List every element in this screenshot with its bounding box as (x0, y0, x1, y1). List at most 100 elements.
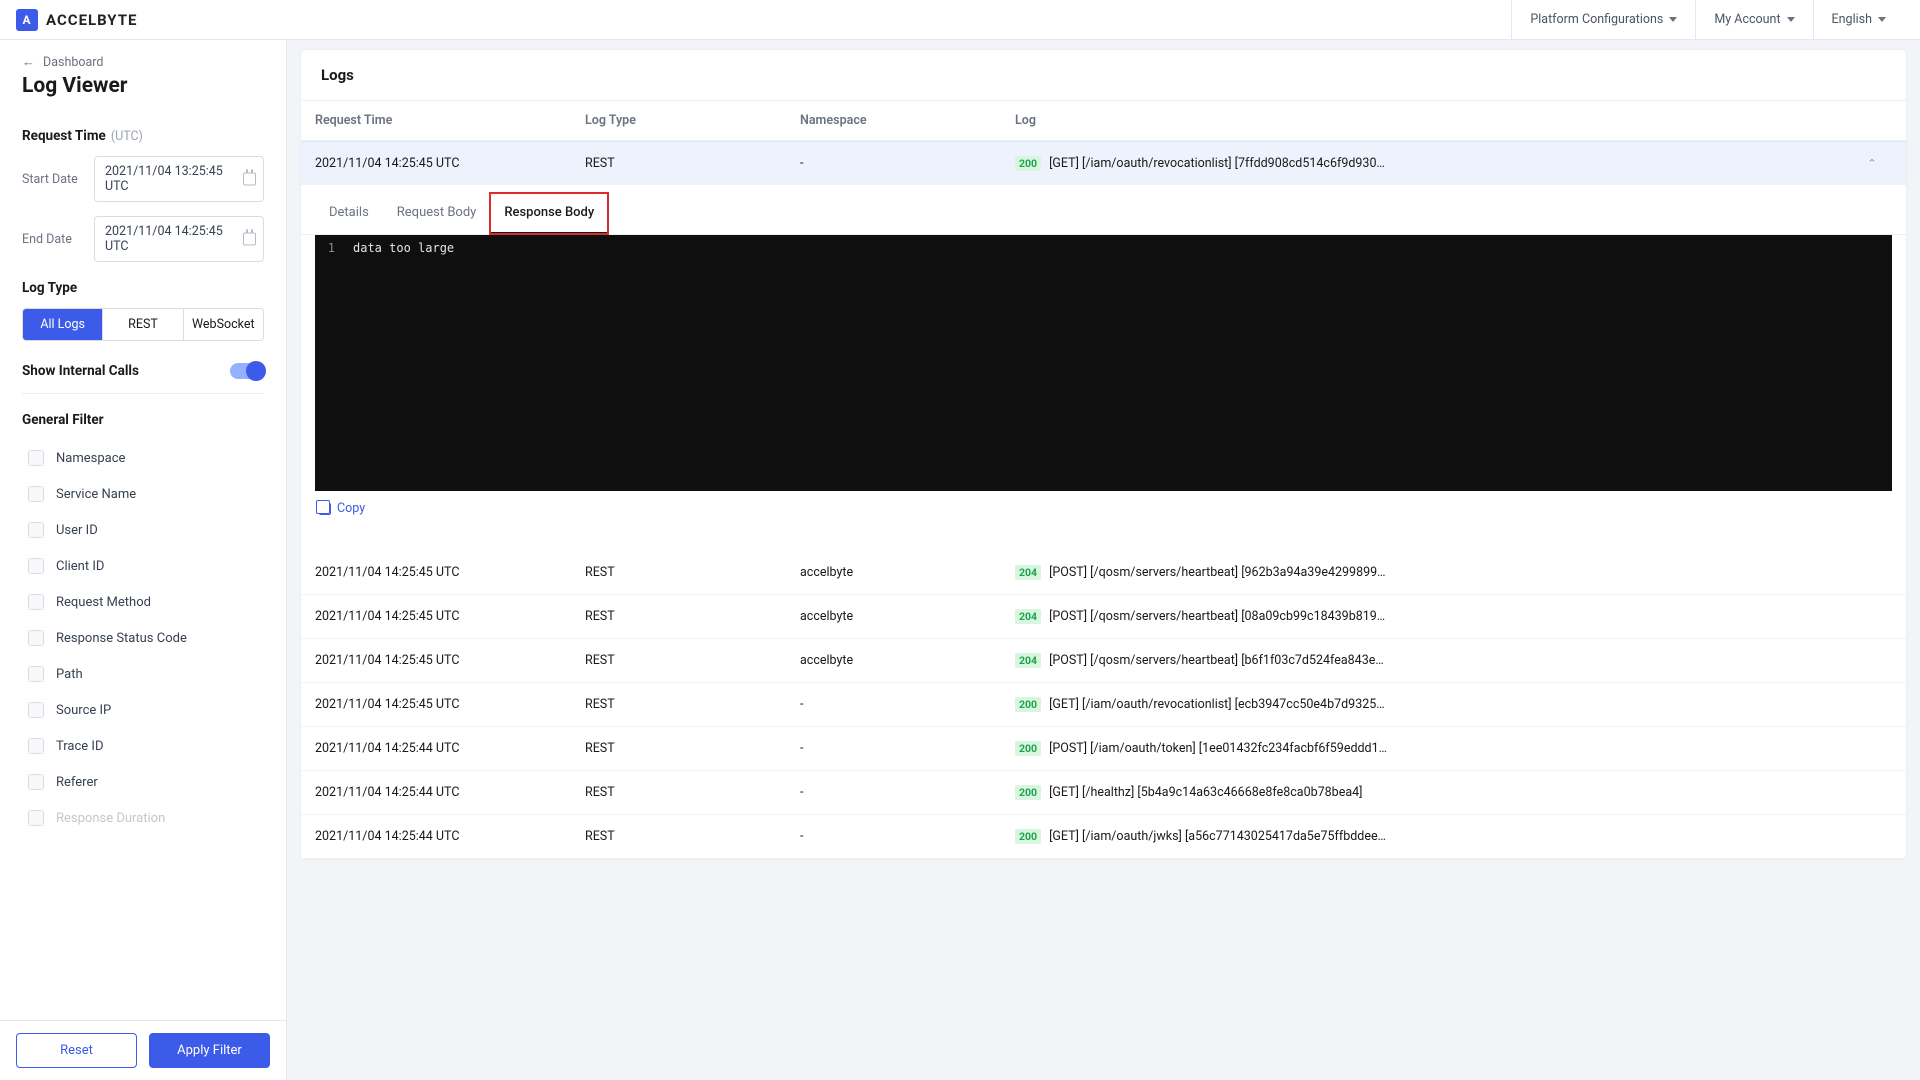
seg-all-logs[interactable]: All Logs (23, 309, 102, 340)
filter-service-name[interactable]: Service Name (22, 476, 264, 512)
logs-card: Logs Request Time Log Type Namespace Log… (301, 50, 1906, 859)
general-filter-heading: General Filter (22, 412, 264, 428)
filter-label: Path (56, 667, 83, 682)
col-log-type: Log Type (585, 113, 800, 128)
log-text: [GET] [/iam/oauth/jwks] [a56c77143025417… (1049, 829, 1386, 844)
checkbox-icon (28, 774, 44, 790)
filter-namespace[interactable]: Namespace (22, 440, 264, 476)
page-title: Log Viewer (22, 74, 264, 98)
reset-button[interactable]: Reset (16, 1033, 137, 1068)
brand-logo[interactable]: A ACCELBYTE (16, 9, 137, 31)
checkbox-icon (28, 810, 44, 826)
nav-platform-config[interactable]: Platform Configurations (1511, 0, 1695, 40)
log-row[interactable]: 2021/11/04 14:25:45 UTCRESTaccelbyte204[… (301, 551, 1906, 595)
divider (22, 393, 264, 394)
copy-button[interactable]: Copy (319, 501, 365, 516)
filter-trace-id[interactable]: Trace ID (22, 728, 264, 764)
log-row[interactable]: 2021/11/04 14:25:45 UTCRESTaccelbyte204[… (301, 639, 1906, 683)
log-row[interactable]: 2021/11/04 14:25:44 UTCREST-200[GET] [/i… (301, 815, 1906, 859)
nav-language[interactable]: English (1813, 0, 1904, 40)
start-date-input[interactable]: 2021/11/04 13:25:45 UTC (94, 156, 264, 202)
checkbox-icon (28, 486, 44, 502)
filter-label: Response Status Code (56, 631, 187, 646)
seg-rest[interactable]: REST (102, 309, 182, 340)
log-detail-panel: DetailsRequest BodyResponse Body1data to… (301, 185, 1906, 533)
cell-namespace: - (800, 741, 1015, 756)
code-viewer[interactable]: 1data too large (315, 235, 1892, 491)
checkbox-icon (28, 594, 44, 610)
cell-time: 2021/11/04 14:25:45 UTC (315, 653, 585, 668)
log-type-heading: Log Type (22, 280, 264, 296)
cell-namespace: accelbyte (800, 609, 1015, 624)
filter-label: Request Method (56, 595, 151, 610)
copy-icon (319, 503, 331, 515)
nav-my-account[interactable]: My Account (1695, 0, 1812, 40)
status-badge: 204 (1015, 653, 1041, 668)
cell-time: 2021/11/04 14:25:45 UTC (315, 156, 585, 171)
top-nav: Platform Configurations My Account Engli… (1511, 0, 1904, 40)
filter-response-status-code[interactable]: Response Status Code (22, 620, 264, 656)
cell-log: 200[POST] [/iam/oauth/token] [1ee01432fc… (1015, 741, 1852, 756)
cell-time: 2021/11/04 14:25:44 UTC (315, 829, 585, 844)
filter-source-ip[interactable]: Source IP (22, 692, 264, 728)
log-text: [GET] [/healthz] [5b4a9c14a63c46668e8fe8… (1049, 785, 1362, 800)
log-text: [GET] [/iam/oauth/revocationlist] [7ffdd… (1049, 156, 1385, 171)
brand-text: ACCELBYTE (46, 11, 137, 29)
cell-type: REST (585, 697, 800, 712)
cell-log: 204[POST] [/qosm/servers/heartbeat] [08a… (1015, 609, 1852, 624)
brand-icon: A (16, 9, 38, 31)
filter-label: Namespace (56, 451, 125, 466)
end-date-input[interactable]: 2021/11/04 14:25:45 UTC (94, 216, 264, 262)
apply-filter-button[interactable]: Apply Filter (149, 1033, 270, 1068)
calendar-icon (243, 233, 256, 246)
log-row[interactable]: 2021/11/04 14:25:44 UTCREST-200[GET] [/h… (301, 771, 1906, 815)
main-content: Logs Request Time Log Type Namespace Log… (287, 40, 1920, 1080)
tab-request-body[interactable]: Request Body (383, 193, 491, 234)
show-internal-toggle[interactable] (230, 363, 264, 379)
logs-card-title: Logs (301, 50, 1906, 101)
seg-websocket[interactable]: WebSocket (183, 309, 263, 340)
filter-request-method[interactable]: Request Method (22, 584, 264, 620)
code-body: data too large (343, 235, 454, 491)
cell-namespace: - (800, 829, 1015, 844)
cell-namespace: - (800, 697, 1015, 712)
filter-label: Referer (56, 775, 98, 790)
status-badge: 200 (1015, 697, 1041, 712)
status-badge: 200 (1015, 785, 1041, 800)
log-row[interactable]: 2021/11/04 14:25:45 UTCREST-200[GET] [/i… (301, 683, 1906, 727)
filter-label: Client ID (56, 559, 104, 574)
checkbox-icon (28, 702, 44, 718)
cell-type: REST (585, 741, 800, 756)
filter-user-id[interactable]: User ID (22, 512, 264, 548)
checkbox-icon (28, 450, 44, 466)
end-date-label: End Date (22, 232, 84, 247)
tab-details[interactable]: Details (315, 193, 383, 234)
checkbox-icon (28, 738, 44, 754)
status-badge: 204 (1015, 609, 1041, 624)
log-row[interactable]: 2021/11/04 14:25:45 UTCRESTaccelbyte204[… (301, 595, 1906, 639)
cell-namespace: accelbyte (800, 653, 1015, 668)
cell-type: REST (585, 156, 800, 171)
log-text: [POST] [/qosm/servers/heartbeat] [962b3a… (1049, 565, 1385, 580)
cell-type: REST (585, 609, 800, 624)
log-row[interactable]: 2021/11/04 14:25:45 UTCREST-200[GET] [/i… (301, 141, 1906, 185)
filter-path[interactable]: Path (22, 656, 264, 692)
cell-time: 2021/11/04 14:25:45 UTC (315, 565, 585, 580)
arrow-left-icon: ← (22, 54, 35, 70)
filter-response-duration[interactable]: Response Duration (22, 800, 264, 836)
tab-response-body[interactable]: Response Body (490, 193, 608, 234)
log-row[interactable]: 2021/11/04 14:25:44 UTCREST-200[POST] [/… (301, 727, 1906, 771)
detail-tabs: DetailsRequest BodyResponse Body (301, 185, 1906, 235)
col-namespace: Namespace (800, 113, 1015, 128)
filter-referer[interactable]: Referer (22, 764, 264, 800)
chevron-up-icon[interactable]: ⌃ (1867, 157, 1876, 170)
request-time-label: Request Time (22, 128, 106, 144)
status-badge: 204 (1015, 565, 1041, 580)
cell-log: 200 [GET] [/healthz] [5b4a9c14a63c46668e8… (1015, 785, 1852, 800)
checkbox-icon (28, 666, 44, 682)
breadcrumb-dashboard[interactable]: ← Dashboard (22, 54, 264, 70)
cell-type: REST (585, 565, 800, 580)
checkbox-icon (28, 630, 44, 646)
filter-client-id[interactable]: Client ID (22, 548, 264, 584)
cell-time: 2021/11/04 14:25:45 UTC (315, 697, 585, 712)
